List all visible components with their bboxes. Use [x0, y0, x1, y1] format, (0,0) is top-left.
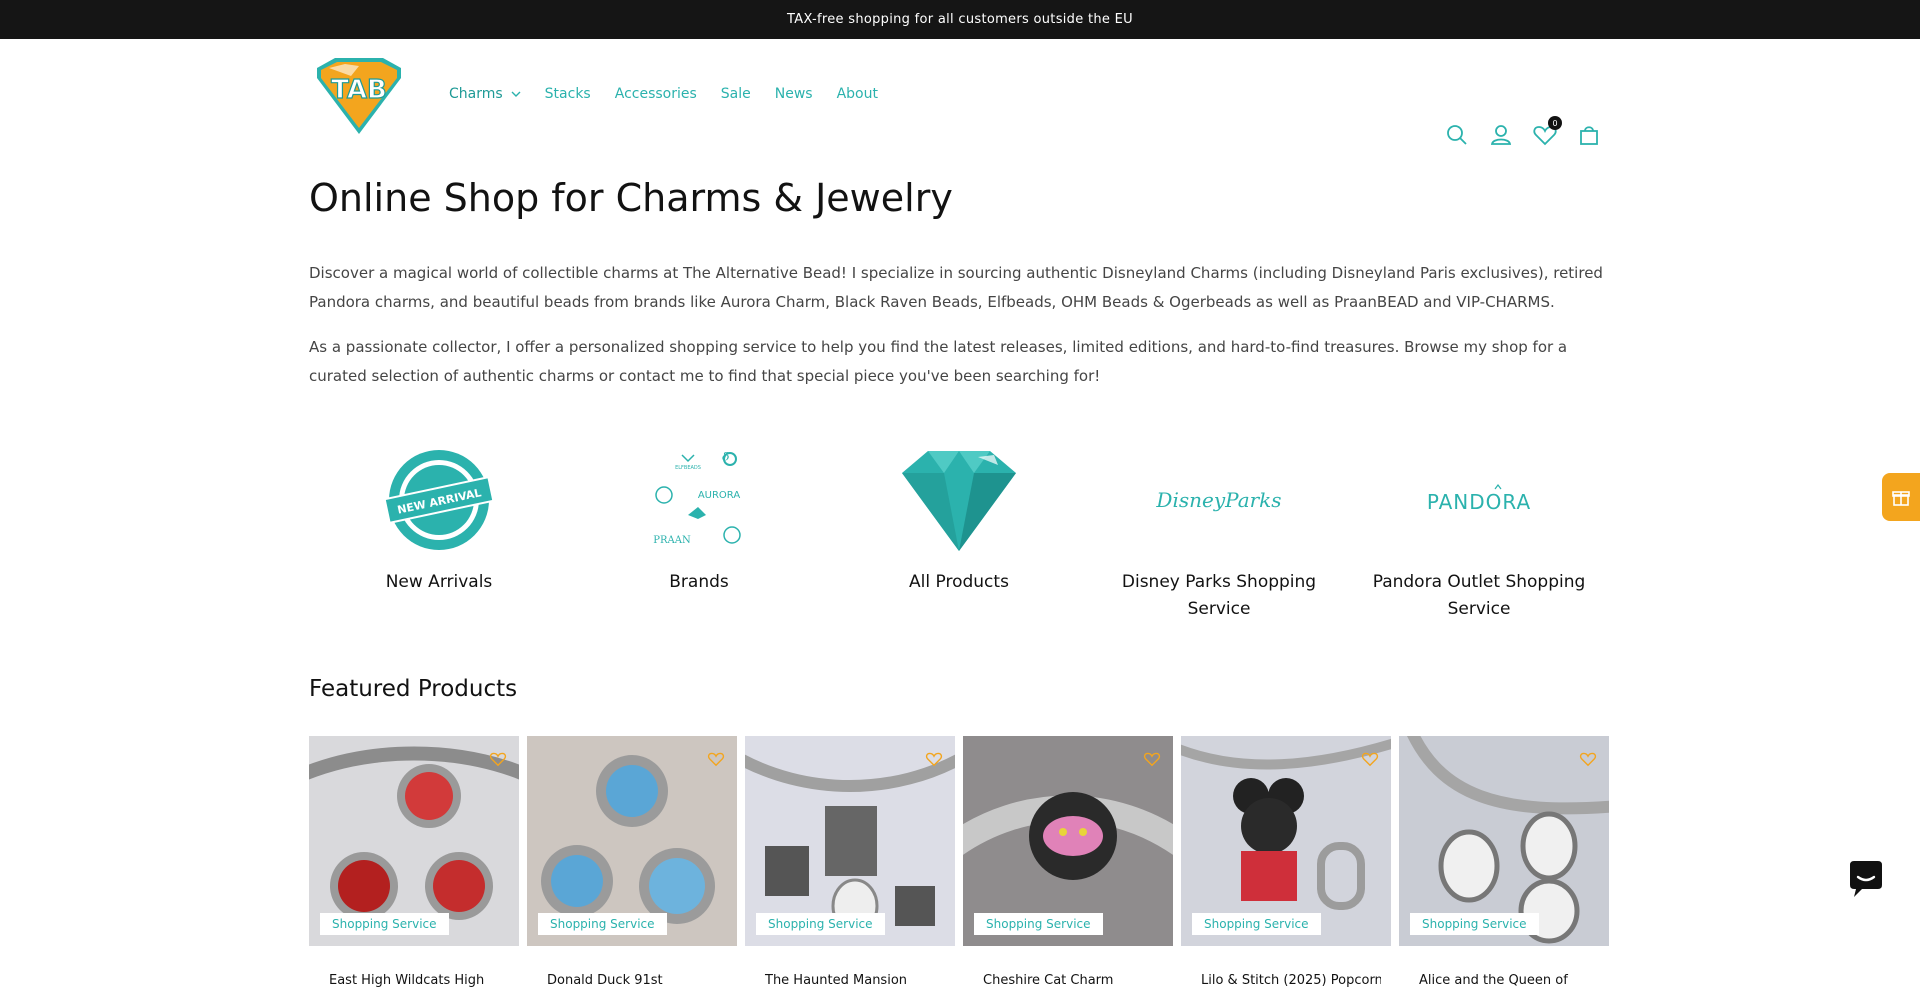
- nav-label-sale: Sale: [720, 86, 751, 102]
- product-badge: Shopping Service: [1192, 913, 1321, 935]
- product-name[interactable]: Lilo & Stitch (2025) Popcorn: [1181, 973, 1381, 988]
- pandora-logo-icon: PANDORA: [1427, 484, 1531, 514]
- intro-text: Discover a magical world of collectible …: [309, 259, 1609, 407]
- nav-item-charms[interactable]: Charms: [449, 86, 521, 102]
- category-label: Disney Parks Shopping Service: [1121, 572, 1317, 619]
- product-badge: Shopping Service: [756, 913, 885, 935]
- account-icon[interactable]: [1488, 122, 1514, 148]
- site-header: TAB Charms Stacks Accessories Sale News …: [0, 39, 1920, 153]
- svg-text:TAB: TAB: [331, 75, 387, 105]
- wishlist-heart-icon[interactable]: [1579, 750, 1597, 768]
- nav-label-stacks: Stacks: [544, 86, 591, 102]
- announcement-text: TAX-free shopping for all customers outs…: [787, 12, 1133, 27]
- wishlist-heart-icon[interactable]: [489, 750, 507, 768]
- nav-item-stacks[interactable]: Stacks: [545, 86, 591, 102]
- announcement-bar: TAX-free shopping for all customers outs…: [0, 0, 1920, 39]
- category-all-products[interactable]: All Products: [829, 445, 1089, 623]
- brand-logos-icon: ELFBEADS ᵟ AURORA PRAAN: [653, 448, 741, 546]
- category-disney-parks[interactable]: DisneyParks Disney Parks Shopping Servic…: [1089, 445, 1349, 623]
- product-name[interactable]: Cheshire Cat Charm: [963, 973, 1163, 988]
- rewards-tab[interactable]: [1882, 473, 1920, 521]
- svg-text:ELFBEADS: ELFBEADS: [675, 465, 701, 471]
- product-badge: Shopping Service: [1410, 913, 1539, 935]
- product-card[interactable]: Shopping Service The Haunted Mansion: [745, 736, 955, 988]
- search-icon[interactable]: [1444, 122, 1470, 148]
- page-title: Online Shop for Charms & Jewelry: [309, 176, 953, 220]
- category-row: NEW ARRIVAL New Arrivals ELFBEADS ᵟ AURO…: [309, 445, 1609, 623]
- category-label: Brands: [669, 572, 729, 592]
- product-image[interactable]: Shopping Service: [527, 736, 737, 946]
- wishlist-button[interactable]: 0: [1532, 116, 1562, 148]
- main-nav: Charms Stacks Accessories Sale News Abou…: [449, 86, 902, 102]
- intro-paragraph-1: Discover a magical world of collectible …: [309, 264, 1603, 311]
- intro-paragraph-2: As a passionate collector, I offer a per…: [309, 338, 1568, 385]
- product-card[interactable]: Shopping Service Alice and the Queen of: [1399, 736, 1609, 988]
- product-card[interactable]: Shopping Service Donald Duck 91st: [527, 736, 737, 988]
- chevron-down-icon: [511, 91, 521, 97]
- product-name[interactable]: The Haunted Mansion: [745, 973, 945, 988]
- product-name[interactable]: Alice and the Queen of: [1399, 973, 1599, 988]
- new-arrival-badge-icon: NEW ARRIVAL: [384, 450, 494, 550]
- product-card[interactable]: Shopping Service Cheshire Cat Charm: [963, 736, 1173, 988]
- product-image[interactable]: Shopping Service: [309, 736, 519, 946]
- category-new-arrivals[interactable]: NEW ARRIVAL New Arrivals: [309, 445, 569, 623]
- header-icons: 0: [1426, 116, 1602, 148]
- svg-text:PANDORA: PANDORA: [1427, 490, 1531, 514]
- svg-text:DisneyParks: DisneyParks: [1155, 488, 1281, 512]
- nav-label-charms: Charms: [449, 86, 503, 102]
- disney-parks-logo-icon: DisneyParks: [1155, 488, 1281, 512]
- svg-text:AURORA: AURORA: [698, 490, 741, 501]
- product-image[interactable]: Shopping Service: [745, 736, 955, 946]
- category-label: New Arrivals: [385, 572, 493, 592]
- svg-text:PRAAN: PRAAN: [653, 535, 691, 546]
- product-image[interactable]: Shopping Service: [1399, 736, 1609, 946]
- product-name[interactable]: East High Wildcats High: [309, 973, 509, 988]
- chat-icon[interactable]: [1844, 857, 1888, 901]
- product-name[interactable]: Donald Duck 91st: [527, 973, 727, 988]
- product-badge: Shopping Service: [538, 913, 667, 935]
- product-card[interactable]: Shopping Service Lilo & Stitch (2025) Po…: [1181, 736, 1391, 988]
- nav-label-accessories: Accessories: [614, 86, 697, 102]
- featured-products-list: Shopping Service East High Wildcats High…: [309, 736, 1609, 988]
- product-image[interactable]: Shopping Service: [1181, 736, 1391, 946]
- nav-item-accessories[interactable]: Accessories: [615, 86, 697, 102]
- wishlist-heart-icon[interactable]: [707, 750, 725, 768]
- nav-item-news[interactable]: News: [775, 86, 813, 102]
- nav-item-about[interactable]: About: [837, 86, 878, 102]
- cart-icon[interactable]: [1576, 122, 1602, 148]
- gift-icon: [1892, 491, 1910, 506]
- diamond-icon: [902, 451, 1016, 551]
- product-badge: Shopping Service: [974, 913, 1103, 935]
- wishlist-count: 0: [1548, 116, 1562, 130]
- category-label: Pandora Outlet Shopping Service: [1372, 572, 1586, 619]
- category-pandora-outlet[interactable]: PANDORA Pandora Outlet Shopping Service: [1349, 445, 1609, 623]
- wishlist-heart-icon[interactable]: [1143, 750, 1161, 768]
- nav-label-about: About: [836, 86, 878, 102]
- product-badge: Shopping Service: [320, 913, 449, 935]
- nav-item-sale[interactable]: Sale: [721, 86, 751, 102]
- wishlist-heart-icon[interactable]: [925, 750, 943, 768]
- product-card[interactable]: Shopping Service East High Wildcats High: [309, 736, 519, 988]
- wishlist-heart-icon[interactable]: [1361, 750, 1379, 768]
- category-label: All Products: [909, 572, 1009, 592]
- featured-products-title: Featured Products: [309, 676, 518, 702]
- category-brands[interactable]: ELFBEADS ᵟ AURORA PRAAN Brands: [569, 445, 829, 623]
- tab-logo[interactable]: TAB: [309, 56, 409, 136]
- nav-label-news: News: [774, 86, 813, 102]
- product-image[interactable]: Shopping Service: [963, 736, 1173, 946]
